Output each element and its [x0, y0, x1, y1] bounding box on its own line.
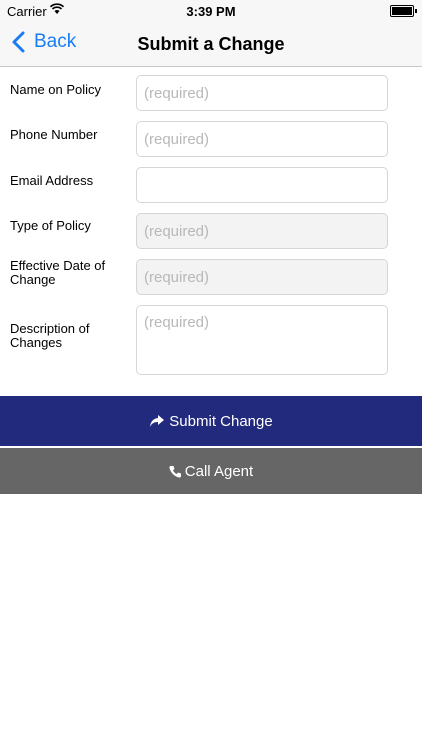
call-agent-button[interactable]: Call Agent [0, 448, 422, 494]
clock: 3:39 PM [186, 4, 236, 19]
share-arrow-icon [150, 415, 165, 427]
email-input[interactable] [136, 167, 388, 203]
submit-change-button[interactable]: Submit Change [0, 396, 422, 446]
status-bar: Carrier 3:39 PM [0, 0, 422, 22]
effective-date-picker[interactable] [136, 259, 388, 295]
call-agent-label: Call Agent [184, 462, 254, 480]
effective-date-label: Effective Date of Change [10, 258, 106, 287]
phone-icon [169, 465, 181, 478]
phone-label: Phone Number [10, 127, 98, 142]
policy-type-select[interactable] [136, 213, 388, 249]
page-title: Submit a Change [137, 34, 285, 54]
description-textarea[interactable] [136, 305, 388, 375]
battery-icon [390, 5, 417, 17]
description-label: Description of Changes [10, 321, 90, 350]
name-input[interactable] [136, 75, 388, 111]
submit-change-label: Submit Change [169, 412, 273, 430]
name-label: Name on Policy [10, 82, 102, 97]
email-label: Email Address [10, 173, 94, 188]
policy-type-label: Type of Policy [10, 218, 91, 233]
phone-input[interactable] [136, 121, 388, 157]
navigation-bar: Back Submit a Change [0, 22, 422, 67]
